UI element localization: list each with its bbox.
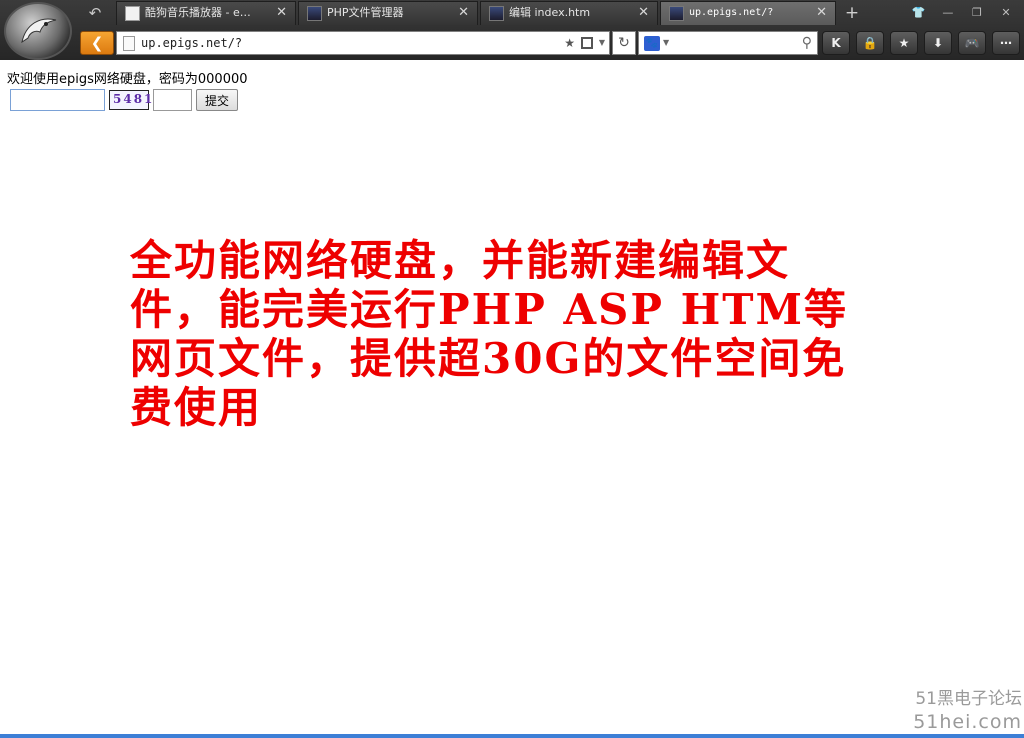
url-input[interactable] [141,32,561,54]
skin-icon[interactable]: 👕 [907,3,931,23]
close-window-icon[interactable]: ✕ [994,3,1018,23]
browser-chrome: ↶ 酷狗音乐播放器 - e… ✕ PHP文件管理器 ✕ 编辑 index.htm… [0,0,1024,60]
window-controls: 👕 — ❐ ✕ [907,1,1018,21]
tab-kugou-player[interactable]: 酷狗音乐播放器 - e… ✕ [116,1,296,25]
bookmark-star-icon[interactable]: ★ [564,33,575,53]
captcha-char: 5481 [113,92,155,106]
tab-title: 酷狗音乐播放器 - e… [145,6,251,19]
restore-icon[interactable]: ❐ [965,3,989,23]
watermark-line2: 51hei.com [913,711,1022,733]
undo-close-tab-icon[interactable]: ↶ [80,2,110,24]
chevron-left-icon: ❮ [90,34,104,52]
address-bar[interactable]: ★ ▼ [116,31,610,55]
tab-up-epigs[interactable]: up.epigs.net/? ✕ [660,1,836,25]
watermark-line1: 51黑电子论坛 [915,689,1022,709]
back-button[interactable]: ❮ [80,31,114,55]
user-avatar-icon [307,6,322,21]
submit-button[interactable]: 提交 [196,89,238,111]
lock-icon: 🔒 [862,36,878,50]
document-icon [125,6,140,21]
baidu-paw-icon[interactable]: 🐾 [644,36,660,51]
gamepad-icon: 🎮 [964,36,980,50]
search-box[interactable]: 🐾 ▼ ⚲ [638,31,818,55]
welcome-text: 欢迎使用epigs网络硬盘，密码为000000 [7,72,248,87]
close-tab-icon[interactable]: ✕ [458,2,469,24]
refresh-icon: ↻ [618,35,630,51]
tab-edit-index[interactable]: 编辑 index.htm ✕ [480,1,658,25]
qr-code-icon[interactable] [581,37,593,49]
close-tab-icon[interactable]: ✕ [276,2,287,24]
password-input[interactable] [10,89,105,111]
download-icon: ⬇ [932,36,944,50]
k-button[interactable]: K [822,31,850,55]
search-icon[interactable]: ⚲ [802,33,812,53]
watermark: 51黑电子论坛 51hei.com [913,687,1022,733]
chevron-down-icon[interactable]: ▼ [663,33,669,53]
refresh-button[interactable]: ↻ [612,31,636,55]
game-button[interactable]: 🎮 [958,31,986,55]
user-avatar-icon [489,6,504,21]
close-tab-icon[interactable]: ✕ [638,2,649,24]
status-bar-edge [0,734,1024,738]
tab-php-file-manager[interactable]: PHP文件管理器 ✕ [298,1,478,25]
close-tab-icon[interactable]: ✕ [816,2,827,24]
page-content: 欢迎使用epigs网络硬盘，密码为000000 5481 提交 全功能网络硬盘，… [0,60,1024,734]
minimize-icon[interactable]: — [936,3,960,23]
lock-button[interactable]: 🔒 [856,31,884,55]
download-button[interactable]: ⬇ [924,31,952,55]
user-avatar-icon [669,6,684,21]
more-button[interactable]: ⋯ [992,31,1020,55]
star-icon: ★ [898,36,910,50]
new-tab-icon[interactable]: + [842,2,862,24]
chevron-down-icon[interactable]: ▼ [599,33,605,53]
k-icon: K [831,36,841,50]
captcha-image: 5481 [109,90,152,110]
navigation-bar: ❮ ★ ▼ ↻ 🐾 ▼ ⚲ K 🔒 ★ ⬇ 🎮 ⋯ [0,25,1024,60]
captcha-input[interactable] [153,89,192,111]
tab-strip: 酷狗音乐播放器 - e… ✕ PHP文件管理器 ✕ 编辑 index.htm ✕… [116,0,906,25]
promo-text: 全功能网络硬盘，并能新建编辑文件，能完美运行PHP ASP HTM等网页文件，提… [130,236,849,432]
more-icon: ⋯ [1000,36,1012,50]
favorites-button[interactable]: ★ [890,31,918,55]
page-icon [123,36,135,51]
tab-title: PHP文件管理器 [327,6,404,19]
tab-title: 编辑 index.htm [509,6,591,19]
tab-title: up.epigs.net/? [689,7,774,18]
